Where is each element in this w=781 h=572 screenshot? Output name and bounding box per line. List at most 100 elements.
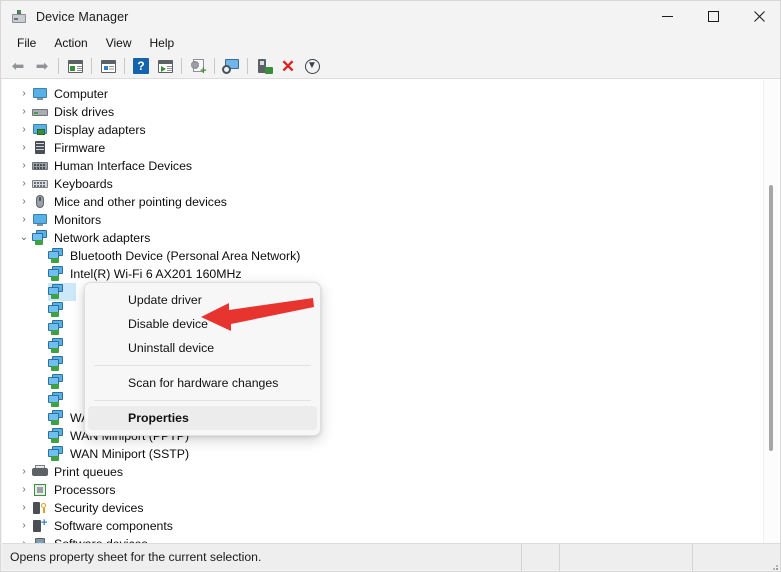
expand-chevron[interactable]: › [16, 161, 32, 171]
computer-icon [32, 86, 50, 102]
expand-chevron[interactable]: › [16, 503, 32, 513]
network-adapter-icon [48, 284, 66, 300]
minimize-button[interactable] [644, 1, 690, 32]
maximize-button[interactable] [690, 1, 736, 32]
tree-item[interactable]: › Processors [2, 481, 760, 499]
display-adapter-icon [32, 122, 50, 138]
back-icon[interactable]: ⬅ [6, 55, 30, 77]
tree-item[interactable]: WAN Miniport (SSTP) [2, 445, 760, 463]
menu-separator [94, 400, 311, 401]
hid-icon [32, 158, 50, 174]
tree-item[interactable]: › Monitors [2, 211, 760, 229]
tree-item[interactable]: › Mice and other pointing devices [2, 193, 760, 211]
device-manager-icon [11, 9, 27, 25]
tree-item-label: Display adapters [54, 123, 146, 137]
menu-action[interactable]: Action [45, 34, 96, 52]
network-adapter-icon [48, 374, 66, 390]
disk-drive-icon [32, 104, 50, 120]
expand-chevron[interactable]: › [16, 521, 32, 531]
menu-view[interactable]: View [97, 34, 141, 52]
tree-item-label: Processors [54, 483, 116, 497]
expand-chevron[interactable]: › [16, 485, 32, 495]
context-menu-item[interactable]: Scan for hardware changes [88, 371, 317, 395]
tree-item-label: Security devices [54, 501, 144, 515]
network-adapter-icon [48, 428, 66, 444]
network-adapter-icon [48, 248, 66, 264]
help-icon[interactable]: ? [129, 55, 153, 77]
tree-item[interactable]: › Print queues [2, 463, 760, 481]
menu-help[interactable]: Help [141, 34, 184, 52]
toolbar-separator [91, 58, 92, 74]
vertical-scrollbar[interactable] [763, 80, 779, 543]
tree-item[interactable]: Intel(R) Wi-Fi 6 AX201 160MHz [2, 265, 760, 283]
mouse-icon [32, 194, 50, 210]
network-adapter-icon [48, 392, 66, 408]
network-adapter-icon [48, 302, 66, 318]
tree-item-label: Print queues [54, 465, 124, 479]
context-menu: Update driver Disable device Uninstall dev… [84, 282, 321, 436]
toolbar-separator [181, 58, 182, 74]
firmware-icon [32, 140, 50, 156]
tree-item-label: Bluetooth Device (Personal Area Network) [70, 249, 301, 263]
network-adapter-icon [48, 446, 66, 462]
toolbar-separator [214, 58, 215, 74]
expand-chevron[interactable]: › [16, 125, 32, 135]
tree-item[interactable]: › Keyboards [2, 175, 760, 193]
context-menu-item[interactable]: Disable device [88, 312, 317, 336]
network-adapter-icon [48, 320, 66, 336]
scan-for-hardware-changes-icon[interactable] [219, 55, 243, 77]
menu-file[interactable]: File [8, 34, 45, 52]
status-panel-4 [693, 544, 780, 571]
tree-item[interactable]: Bluetooth Device (Personal Area Network) [2, 247, 760, 265]
tree-item-label: Disk drives [54, 105, 115, 119]
network-adapter-icon [32, 230, 50, 246]
expand-chevron[interactable]: › [16, 107, 32, 117]
uninstall-device-icon[interactable]: ✕ [276, 55, 300, 77]
toolbar-separator [58, 58, 59, 74]
enable-device-icon[interactable] [252, 55, 276, 77]
print-queue-icon [32, 464, 50, 480]
properties-icon[interactable] [96, 55, 120, 77]
status-message: Opens property sheet for the current sel… [2, 543, 522, 571]
window-resize-grip[interactable] [769, 558, 779, 570]
disable-device-icon[interactable]: ▼ [300, 55, 324, 77]
tree-item[interactable]: › Firmware [2, 139, 760, 157]
tree-item[interactable]: › Display adapters [2, 121, 760, 139]
forward-icon[interactable]: ➡ [30, 55, 54, 77]
tree-item[interactable]: › Human Interface Devices [2, 157, 760, 175]
update-driver-icon[interactable]: + [186, 55, 210, 77]
network-adapter-icon [48, 410, 66, 426]
show-hide-action-pane-icon[interactable] [153, 55, 177, 77]
close-button[interactable] [736, 1, 780, 32]
tree-item[interactable]: › Computer [2, 85, 760, 103]
processor-icon [32, 482, 50, 498]
expand-chevron[interactable]: › [16, 215, 32, 225]
show-hide-console-tree-icon[interactable] [63, 55, 87, 77]
tree-item[interactable]: › Disk drives [2, 103, 760, 121]
tree-item[interactable]: › Security devices [2, 499, 760, 517]
expand-chevron[interactable]: › [16, 179, 32, 189]
tree-item-label: Mice and other pointing devices [54, 195, 227, 209]
tree-item-label: Keyboards [54, 177, 113, 191]
software-component-icon: + [32, 518, 50, 534]
context-menu-item[interactable]: Properties [88, 406, 317, 430]
security-device-icon [32, 500, 50, 516]
context-menu-item[interactable]: Uninstall device [88, 336, 317, 360]
expand-chevron[interactable]: › [16, 143, 32, 153]
scrollbar-thumb[interactable] [769, 185, 773, 451]
status-panel-2 [522, 543, 560, 571]
menu-bar: File Action View Help [1, 32, 780, 54]
tree-item[interactable]: ⌄ Network adapters [2, 229, 760, 247]
context-menu-item[interactable]: Update driver [88, 288, 317, 312]
tree-item[interactable]: › + Software components [2, 517, 760, 535]
expand-chevron[interactable]: › [16, 89, 32, 99]
expand-chevron[interactable]: ⌄ [16, 233, 32, 243]
expand-chevron[interactable]: › [16, 467, 32, 477]
expand-chevron[interactable]: › [16, 197, 32, 207]
title-bar: Device Manager [1, 1, 780, 32]
tree-item-label: Intel(R) Wi-Fi 6 AX201 160MHz [70, 267, 242, 281]
status-bar: Opens property sheet for the current sel… [2, 543, 780, 571]
network-adapter-icon [48, 338, 66, 354]
menu-separator [94, 365, 311, 366]
toolbar-separator [247, 58, 248, 74]
